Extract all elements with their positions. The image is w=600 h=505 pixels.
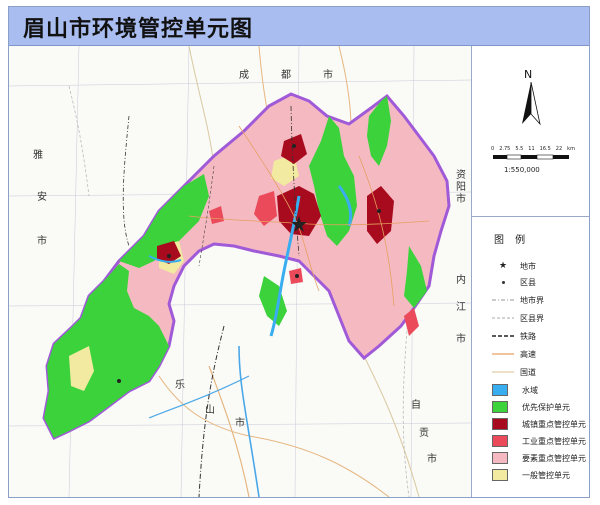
- legend-label: 地市: [520, 261, 536, 271]
- urban-swatch: [492, 418, 508, 430]
- legend-label: 优先保护单元: [522, 402, 570, 412]
- legend-label: 区县: [520, 277, 536, 287]
- label-zigong-3: 市: [427, 454, 437, 465]
- legend-item: 城镇重点管控单元: [492, 417, 586, 431]
- label-zigong-1: 自: [411, 400, 421, 411]
- scale-tick: 11: [528, 146, 535, 152]
- legend-label: 地市界: [520, 295, 544, 305]
- scale-ticks: 0 2.75 5.5 11 16.5 22 km: [491, 146, 575, 152]
- label-ziyang-3: 市: [456, 194, 466, 205]
- general-swatch: [492, 469, 508, 481]
- map-frame: 眉山市环境管控单元图 成 都 市 雅 安 市 资 阳 市 内 江 市 乐 山 市…: [8, 6, 590, 498]
- label-leshan-3: 市: [235, 418, 245, 429]
- title-bar: 眉山市环境管控单元图: [9, 7, 589, 46]
- water-swatch: [492, 384, 508, 396]
- label-yaan-2: 安: [37, 192, 47, 203]
- legend-label: 高速: [520, 349, 536, 359]
- north-arrow-icon: [522, 82, 541, 126]
- legend-title: 图 例: [494, 235, 530, 246]
- railway-icon: [492, 331, 514, 342]
- legend-item: 区县界: [492, 311, 544, 325]
- legend-item: 工业重点管控单元: [492, 434, 586, 448]
- scale-tick: 0: [491, 146, 495, 152]
- label-chengdu-1: 成: [239, 70, 249, 81]
- label-neijiang-2: 江: [456, 302, 466, 313]
- label-leshan-1: 乐: [175, 380, 185, 391]
- label-chengdu-3: 市: [323, 70, 333, 81]
- legend-item: 区县: [492, 275, 536, 289]
- scale-tick: 16.5: [539, 146, 551, 152]
- legend-item: 国道: [492, 365, 536, 379]
- north-label: N: [524, 68, 533, 81]
- scale-bar: [493, 154, 569, 160]
- scale-tick: 2.75: [499, 146, 511, 152]
- dash-line-icon: [492, 313, 514, 324]
- scale-tick: 5.5: [515, 146, 524, 152]
- national-road-icon: [492, 367, 514, 378]
- legend-label: 城镇重点管控单元: [522, 419, 586, 429]
- dashdot-line-icon: [492, 295, 514, 306]
- label-neijiang-3: 市: [456, 334, 466, 345]
- scale-ratio: 1:550,000: [504, 166, 540, 174]
- legend-item: 一般管控单元: [492, 468, 570, 482]
- map-sidebar: N 0 2.75 5.5 11 16.5 22 km 1:550,000 图 例…: [471, 46, 589, 497]
- legend-label: 工业重点管控单元: [522, 436, 586, 446]
- label-neijiang-1: 内: [456, 275, 466, 286]
- element-swatch: [492, 452, 508, 464]
- map-title: 眉山市环境管控单元图: [23, 17, 254, 42]
- north-scale-panel: N 0 2.75 5.5 11 16.5 22 km 1:550,000: [472, 46, 589, 217]
- legend-label: 要素重点管控单元: [522, 453, 586, 463]
- industrial-swatch: [492, 435, 508, 447]
- legend-label: 一般管控单元: [522, 470, 570, 480]
- label-leshan-2: 山: [205, 405, 215, 416]
- scale-tick: 22: [555, 146, 563, 152]
- legend-item: 高速: [492, 347, 536, 361]
- label-yaan-1: 雅: [33, 150, 43, 161]
- legend: 图 例 ★ 地市 区县 地市界 区县界 铁路 高速 国道 水域 优先保护单元 城…: [472, 217, 589, 497]
- priority-swatch: [492, 401, 508, 413]
- legend-item: 地市界: [492, 293, 544, 307]
- legend-item: 铁路: [492, 329, 536, 343]
- legend-label: 区县界: [520, 313, 544, 323]
- scale-unit: km: [567, 146, 575, 152]
- legend-label: 水域: [522, 385, 538, 395]
- legend-item: 要素重点管控单元: [492, 451, 586, 465]
- star-icon: ★: [498, 261, 508, 271]
- label-yaan-3: 市: [37, 236, 47, 247]
- meishan-region: [42, 92, 451, 440]
- map-canvas: [9, 46, 471, 497]
- legend-label: 国道: [520, 367, 536, 377]
- legend-item: 优先保护单元: [492, 400, 570, 414]
- highway-icon: [492, 349, 514, 360]
- legend-item: ★ 地市: [492, 259, 536, 273]
- label-zigong-2: 贡: [419, 428, 429, 439]
- label-chengdu-2: 都: [281, 70, 291, 81]
- legend-label: 铁路: [520, 331, 536, 341]
- map-area[interactable]: 成 都 市 雅 安 市 资 阳 市 内 江 市 乐 山 市 自 贡 市: [9, 46, 471, 497]
- legend-item: 水域: [492, 383, 538, 397]
- dot-icon: [492, 277, 514, 288]
